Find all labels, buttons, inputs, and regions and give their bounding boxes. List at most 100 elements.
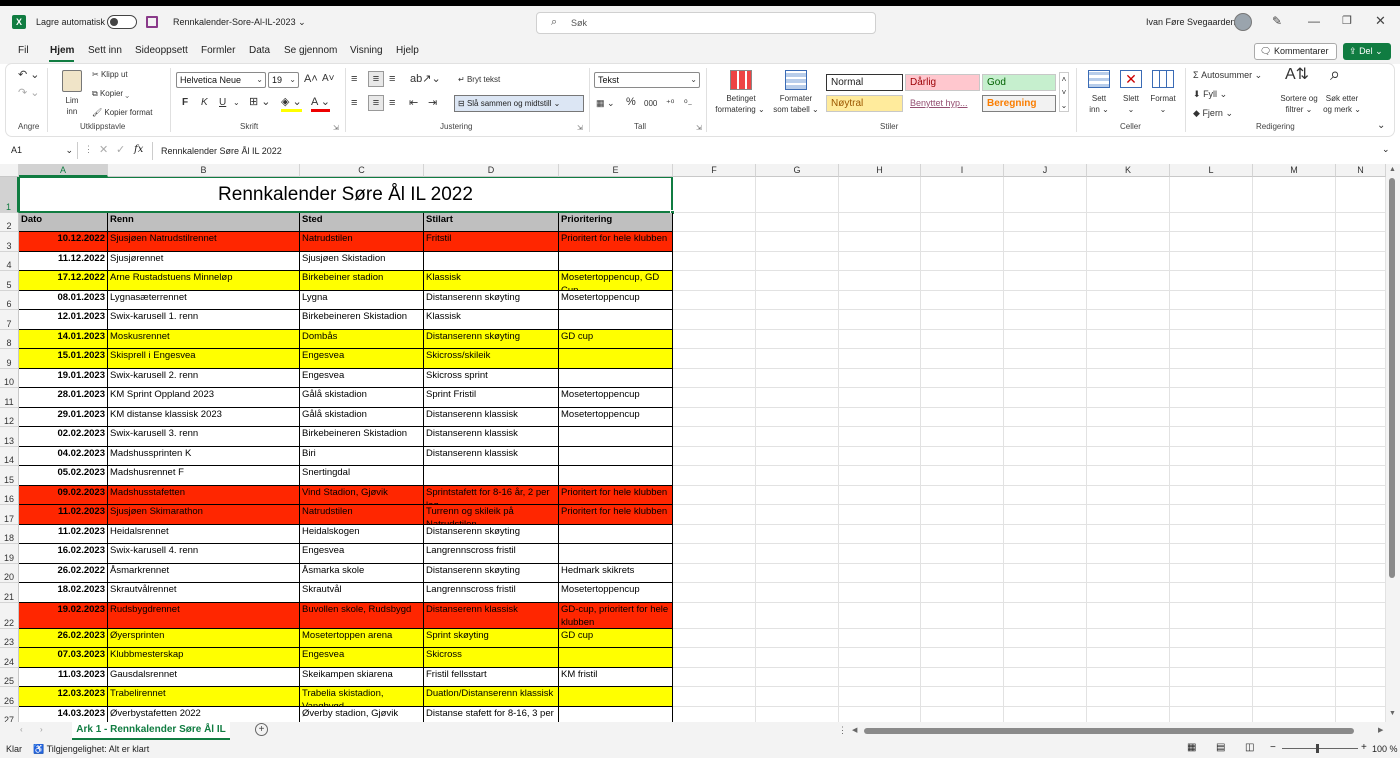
style-cell[interactable]: Distanse stafett for 8-16, 3 per lag: [424, 706, 559, 722]
venue-cell[interactable]: Snertingdal: [300, 466, 424, 486]
row-header[interactable]: 4: [0, 251, 19, 271]
format-table-label[interactable]: Formater: [770, 94, 822, 103]
style-bad[interactable]: Dårlig: [905, 74, 980, 91]
orientation-icon[interactable]: ab↗⌄: [410, 72, 441, 86]
normal-view-icon[interactable]: ▦: [1187, 742, 1196, 753]
sort-filter-label[interactable]: Sortere og: [1277, 94, 1321, 103]
row-header[interactable]: 19: [0, 544, 19, 564]
tab-data[interactable]: Data: [249, 45, 270, 56]
priority-cell[interactable]: [559, 706, 673, 722]
insert-cells-icon[interactable]: [1088, 70, 1110, 88]
row-header[interactable]: 12: [0, 407, 19, 427]
conditional-format-label[interactable]: Betinget: [716, 94, 766, 103]
tab-hjelp[interactable]: Hjelp: [396, 45, 419, 56]
venue-cell[interactable]: Dombås: [300, 329, 424, 349]
style-cell[interactable]: Distanserenn klassisk: [424, 602, 559, 629]
date-cell[interactable]: 19.02.2023: [19, 602, 108, 629]
race-cell[interactable]: Skisprell i Engesvea: [108, 349, 300, 369]
venue-cell[interactable]: Øverby stadion, Gjøvik: [300, 706, 424, 722]
font-grow-icon[interactable]: A˄: [304, 72, 318, 86]
race-cell[interactable]: Swix-karusell 4. renn: [108, 544, 300, 564]
race-cell[interactable]: Øyersprinten: [108, 628, 300, 648]
style-cell[interactable]: Skicross sprint: [424, 368, 559, 388]
venue-cell[interactable]: Engesvea: [300, 544, 424, 564]
header-cell[interactable]: Sted: [300, 213, 424, 232]
row-header[interactable]: 2: [0, 213, 19, 232]
autosum-button[interactable]: Σ Autosummer ⌄: [1193, 70, 1262, 81]
collapse-ribbon-icon[interactable]: ⌄: [1377, 119, 1385, 133]
column-header-j[interactable]: J: [1004, 164, 1087, 177]
sort-filter-icon[interactable]: A⇅: [1285, 67, 1309, 83]
race-cell[interactable]: Sjusjøen Natrudstilrennet: [108, 232, 300, 252]
race-cell[interactable]: Swix-karusell 3. renn: [108, 427, 300, 447]
style-calculation[interactable]: Beregning: [982, 95, 1056, 112]
date-cell[interactable]: 11.02.2023: [19, 524, 108, 544]
priority-cell[interactable]: [559, 427, 673, 447]
row-header[interactable]: 7: [0, 310, 19, 330]
column-header-g[interactable]: G: [756, 164, 839, 177]
style-followed-link[interactable]: Benyttet hyp...: [905, 95, 980, 112]
venue-cell[interactable]: Sjusjøen Skistadion: [300, 251, 424, 271]
vertical-scrollbar[interactable]: ▲ ▼: [1386, 164, 1400, 722]
priority-cell[interactable]: GD cup: [559, 628, 673, 648]
accessibility-status[interactable]: ♿ Tilgjengelighet: Alt er klart: [33, 744, 149, 755]
style-cell[interactable]: Fristil fellsstart: [424, 667, 559, 687]
column-header-m[interactable]: M: [1253, 164, 1336, 177]
race-cell[interactable]: Madshusstafetten: [108, 485, 300, 505]
tab-sett-inn[interactable]: Sett inn: [88, 45, 122, 56]
row-header[interactable]: 5: [0, 271, 19, 291]
tab-se-gjennom[interactable]: Se gjennom: [284, 45, 337, 56]
style-cell[interactable]: Distanserenn skøyting: [424, 524, 559, 544]
scroll-up-icon[interactable]: ▲: [1389, 166, 1396, 173]
avatar[interactable]: [1234, 13, 1252, 31]
conditional-format-icon[interactable]: [730, 70, 752, 90]
font-shrink-icon[interactable]: A˅: [322, 72, 335, 86]
row-header[interactable]: 1: [0, 177, 19, 213]
row-header[interactable]: 16: [0, 485, 19, 505]
column-header-k[interactable]: K: [1087, 164, 1170, 177]
row-header[interactable]: 23: [0, 628, 19, 648]
row-header[interactable]: 27: [0, 706, 19, 722]
find-icon[interactable]: ⌕: [1330, 65, 1340, 83]
paste-label[interactable]: Lim: [60, 96, 84, 105]
chevron-down-icon[interactable]: ⌄: [1118, 105, 1144, 114]
style-cell[interactable]: Fritstil: [424, 232, 559, 252]
date-cell[interactable]: 14.01.2023: [19, 329, 108, 349]
venue-cell[interactable]: Engesvea: [300, 368, 424, 388]
find-select-label-2[interactable]: og merk ⌄: [1318, 105, 1366, 114]
style-cell[interactable]: Langrennscross fristil: [424, 583, 559, 603]
priority-cell[interactable]: GD cup: [559, 329, 673, 349]
venue-cell[interactable]: Gålå skistadion: [300, 407, 424, 427]
priority-cell[interactable]: Hedmark skikrets: [559, 563, 673, 583]
page-break-icon[interactable]: ◫: [1245, 742, 1254, 753]
venue-cell[interactable]: Birkebeineren Skistadion: [300, 427, 424, 447]
date-cell[interactable]: 14.03.2023: [19, 706, 108, 722]
race-cell[interactable]: KM Sprint Oppland 2023: [108, 388, 300, 408]
restore-icon[interactable]: ❐: [1342, 14, 1352, 27]
style-cell[interactable]: Klassisk: [424, 271, 559, 291]
style-cell[interactable]: Skicross: [424, 648, 559, 668]
race-cell[interactable]: Øverbystafetten 2022: [108, 706, 300, 722]
style-cell[interactable]: Distanserenn skøyting: [424, 563, 559, 583]
clear-button[interactable]: ◆ Fjern ⌄: [1193, 108, 1233, 119]
style-cell[interactable]: Turrenn og skileik på Natrudstilen: [424, 505, 559, 525]
venue-cell[interactable]: Åsmarka skole: [300, 563, 424, 583]
close-icon[interactable]: ✕: [1375, 13, 1386, 29]
borders-icon[interactable]: ⊞ ⌄: [249, 95, 271, 109]
font-size-select[interactable]: 19 ⌄: [268, 72, 299, 88]
thousands-button[interactable]: 000: [644, 97, 657, 111]
race-cell[interactable]: Swix-karusell 1. renn: [108, 310, 300, 330]
row-header[interactable]: 15: [0, 466, 19, 486]
tab-hjem[interactable]: Hjem: [50, 45, 74, 56]
venue-cell[interactable]: Birkebeiner stadion: [300, 271, 424, 291]
date-cell[interactable]: 02.02.2023: [19, 427, 108, 447]
venue-cell[interactable]: Buvollen skole, Rudsbygd: [300, 602, 424, 629]
font-name-select[interactable]: Helvetica Neue ⌄: [176, 72, 266, 88]
tab-sideoppsett[interactable]: Sideoppsett: [135, 45, 188, 56]
format-cells-icon[interactable]: [1152, 70, 1174, 88]
priority-cell[interactable]: [559, 648, 673, 668]
row-header[interactable]: 13: [0, 427, 19, 447]
date-cell[interactable]: 10.12.2022: [19, 232, 108, 252]
align-right-icon[interactable]: ≡: [389, 96, 395, 110]
chevron-down-icon[interactable]: ⌄: [233, 96, 240, 110]
